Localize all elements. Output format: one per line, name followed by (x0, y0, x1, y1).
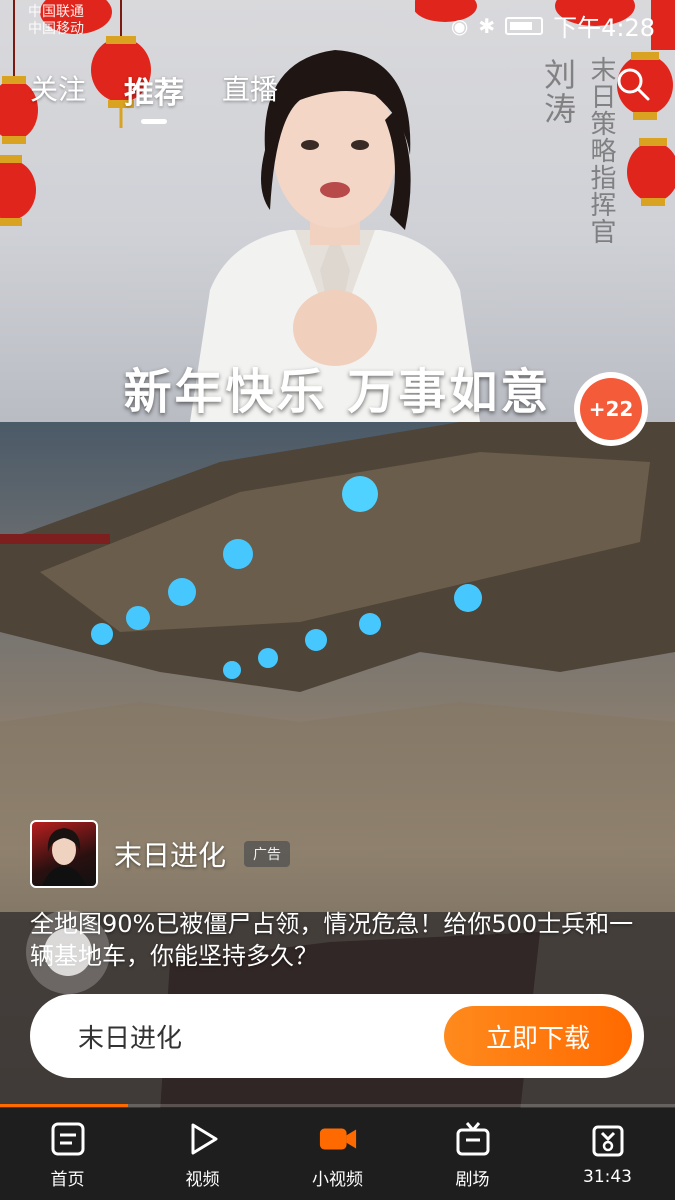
nav-home-label: 首页 (50, 1169, 85, 1190)
gift-icon (588, 1121, 628, 1161)
nav-reward-timer-label: 31:43 (583, 1167, 632, 1187)
nav-short-video[interactable]: 小视频 (283, 1119, 393, 1190)
clock: 下午4:28 (553, 14, 655, 42)
carrier-1: 中国联通 (28, 4, 84, 20)
nav-home[interactable]: 首页 (13, 1119, 123, 1190)
ad-title-row: 末日进化 广告 (30, 820, 291, 888)
battery-icon (505, 16, 544, 35)
floating-assist-dot (44, 928, 92, 976)
search-icon[interactable] (615, 66, 651, 102)
tab-follow[interactable]: 关注 (30, 68, 86, 108)
ad-description: 全地图90%已被僵尸占领，情况危急！给你500士兵和一辆基地车，你能坚持多久？ (30, 910, 634, 970)
download-button[interactable]: 立即下载 (444, 1006, 632, 1066)
video-progress-fill (0, 1104, 129, 1107)
ad-video[interactable]: 末日进化 广告 全地图90%已被僵尸占领，情况危急！给你500士兵和一辆基地车，… (0, 422, 675, 1112)
nav-video-label: 视频 (185, 1169, 220, 1190)
ad-app-name[interactable]: 末日进化 (114, 834, 226, 874)
tab-recommend[interactable]: 推荐 (124, 68, 184, 124)
nav-short-video-label: 小视频 (312, 1169, 363, 1190)
home-icon (48, 1119, 88, 1159)
bottom-nav: 首页 视频 小视频 剧场 31:43 (0, 1108, 675, 1200)
play-icon (183, 1119, 223, 1159)
nav-reward-timer[interactable]: 31:43 (553, 1121, 663, 1187)
ad-badge: 广告 (244, 841, 291, 867)
download-bar[interactable]: 末日进化 立即下载 (30, 994, 644, 1078)
floating-assist-button[interactable] (26, 910, 110, 994)
avatar-portrait (42, 828, 86, 886)
ad-app-avatar[interactable] (30, 820, 98, 888)
video-progress-bar[interactable] (0, 1104, 675, 1107)
nav-video[interactable]: 视频 (148, 1119, 258, 1190)
top-nav-tabs: 关注 推荐 直播 (30, 68, 278, 124)
nav-theater-label: 剧场 (455, 1169, 490, 1190)
download-app-name: 末日进化 (78, 1023, 183, 1054)
tv-icon (453, 1119, 493, 1159)
camera-icon (318, 1119, 358, 1159)
status-icons: ◉ ✱ 下午4:28 (451, 8, 655, 43)
carrier-2: 中国移动 (28, 21, 84, 37)
bluetooth-icon: ✱ (478, 13, 496, 38)
status-bar: 中国联通 中国移动 ◉ ✱ 下午4:28 (0, 0, 675, 44)
eye-icon: ◉ (450, 13, 469, 38)
carrier-info: 中国联通 中国移动 (28, 4, 84, 38)
reward-counter[interactable]: +22 (574, 372, 648, 446)
reward-counter-value: +22 (580, 378, 642, 440)
nav-theater[interactable]: 剧场 (418, 1119, 528, 1190)
tab-live[interactable]: 直播 (222, 68, 278, 108)
